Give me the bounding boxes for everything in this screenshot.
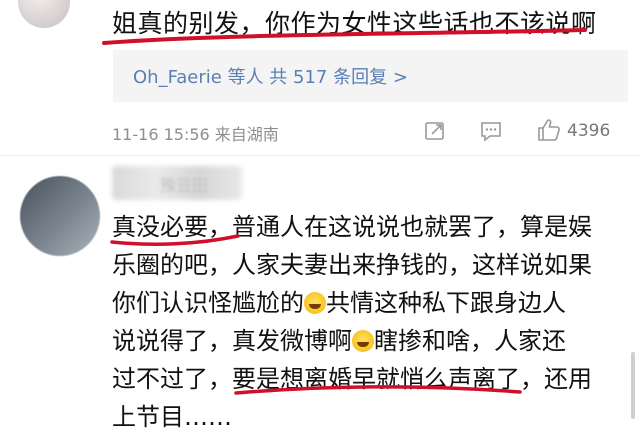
- divider: [0, 155, 640, 156]
- text-segment: 说说得了，真发微博啊: [112, 327, 352, 355]
- location: 来自湖南: [214, 125, 279, 144]
- text-segment: 瞎掺和啥，人家还: [374, 327, 566, 355]
- comment-line: 过不过了，要是想离婚早就悄么声离了，还用: [112, 365, 592, 393]
- comment-line: 说说得了，真发微博啊 瞎掺和啥，人家还: [112, 322, 627, 360]
- crying-emoji-icon: [352, 330, 374, 352]
- reply-count-link[interactable]: Oh_Faerie 等人 共 517 条回复 >: [133, 63, 408, 89]
- text-segment: 共情这种私下跟身边人: [326, 289, 566, 317]
- comment-line: 你们认识怪尴尬的 共情这种私下跟身边人: [112, 284, 627, 322]
- scrollbar[interactable]: [631, 352, 635, 419]
- like-icon[interactable]: [536, 117, 562, 147]
- avatar[interactable]: [18, 0, 70, 28]
- share-icon[interactable]: [424, 120, 446, 146]
- comment-body: 真没必要，普通人在这说说也就罢了，算是娱 乐圈的吧，人家夫妻出来挣钱的，这样说如…: [112, 208, 627, 436]
- comment-line: 上节目……: [112, 403, 232, 431]
- comment-line: 真没必要，普通人在这说说也就罢了，算是娱: [112, 213, 592, 241]
- comment-meta: 11-16 15:56 来自湖南: [112, 121, 279, 145]
- username-partial: 豫豆田: [160, 176, 209, 195]
- comment-line: 乐圈的吧，人家夫妻出来挣钱的，这样说如果: [112, 251, 592, 279]
- comment-text: 姐真的别发，你作为女性这些话也不该说啊: [112, 9, 597, 38]
- laughing-emoji-icon: [304, 292, 326, 314]
- like-count: 4396: [567, 121, 611, 141]
- avatar[interactable]: [20, 176, 100, 256]
- comment-icon[interactable]: [479, 120, 503, 146]
- timestamp: 11-16 15:56: [112, 125, 210, 144]
- text-segment: 你们认识怪尴尬的: [112, 289, 304, 317]
